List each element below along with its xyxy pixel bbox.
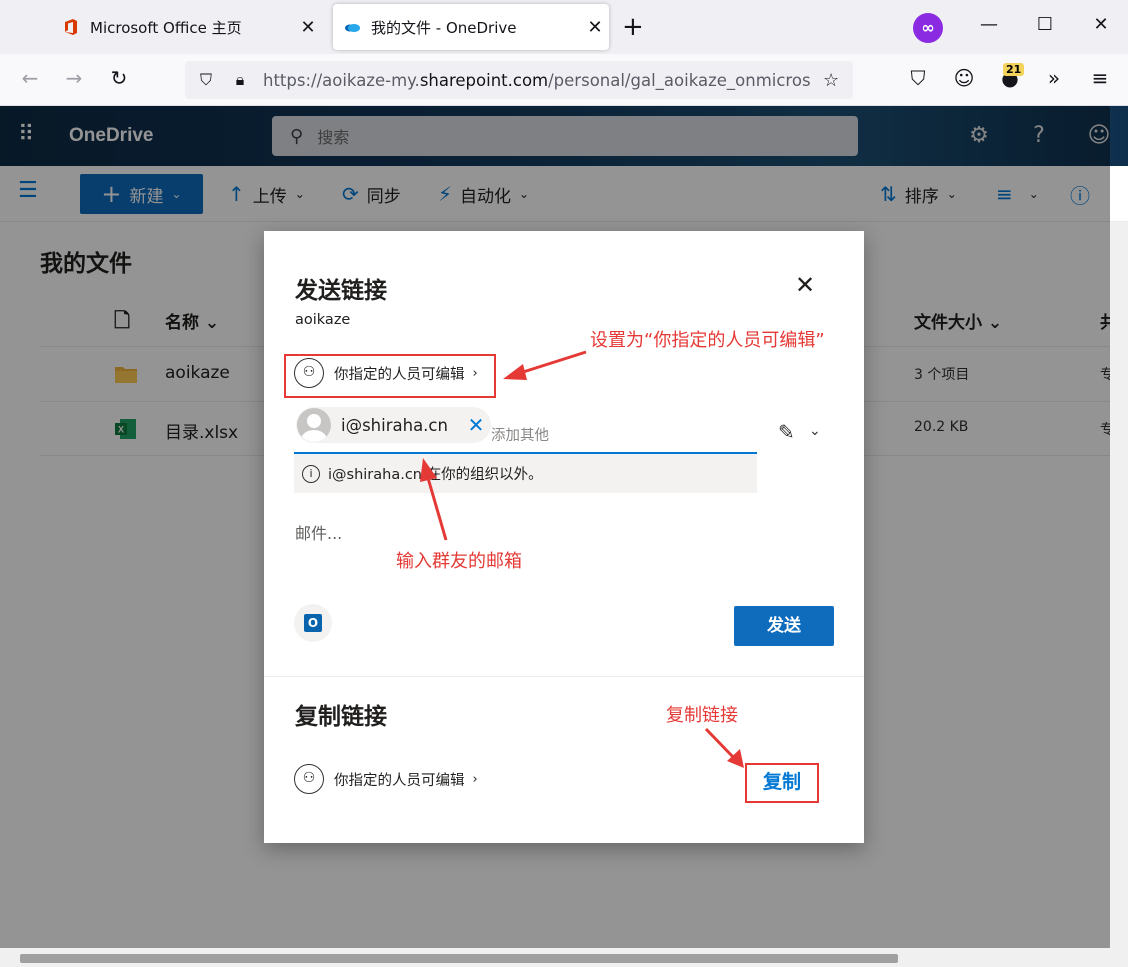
- minimize-window-icon[interactable]: —: [974, 14, 1004, 35]
- menu-icon[interactable]: ≡: [1086, 66, 1114, 90]
- close-window-icon[interactable]: ✕: [1086, 14, 1116, 35]
- people-icon: ⚇: [294, 764, 324, 794]
- tab-title: Microsoft Office 主页: [90, 18, 242, 37]
- browser-nav-bar: ← → ↻ ⛉ 🔒︎ https://aoikaze-my.sharepoint…: [0, 54, 1128, 106]
- forward-icon[interactable]: →: [60, 66, 88, 90]
- scrollbar-thumb[interactable]: [20, 954, 898, 963]
- remove-recipient-icon[interactable]: ✕: [461, 413, 491, 437]
- info-text: i@shiraha.cn 在你的组织以外。: [328, 467, 543, 483]
- close-tab-icon[interactable]: ✕: [581, 17, 609, 38]
- add-recipients-input[interactable]: 添加其他: [491, 424, 549, 445]
- back-icon[interactable]: ←: [16, 66, 44, 90]
- chevron-right-icon: ›: [472, 771, 478, 787]
- permission-chevron-down-icon[interactable]: ⌄: [809, 423, 821, 439]
- close-icon[interactable]: ✕: [792, 271, 818, 299]
- avatar: [297, 408, 331, 442]
- recipient-chip: i@shiraha.cn ✕: [296, 407, 491, 443]
- tab-onedrive[interactable]: 我的文件 - OneDrive ✕: [333, 4, 609, 50]
- bookmark-star-icon[interactable]: ☆: [823, 70, 853, 91]
- horizontal-scrollbar[interactable]: [0, 948, 1128, 967]
- annotation-enter-email: 输入群友的邮箱: [396, 551, 522, 572]
- copy-link-permission-selector[interactable]: ⚇ 你指定的人员可编辑 ›: [294, 760, 478, 798]
- shield-icon[interactable]: ⛉: [193, 70, 219, 90]
- recipient-email: i@shiraha.cn: [341, 415, 448, 435]
- share-dialog: 发送链接 ✕ aoikaze ⚇ 你指定的人员可编辑 › i@shiraha.c…: [264, 231, 864, 843]
- maximize-window-icon[interactable]: ☐: [1030, 14, 1060, 35]
- url-text[interactable]: https://aoikaze-my.sharepoint.com/person…: [263, 71, 823, 90]
- copy-link-title: 复制链接: [295, 704, 387, 730]
- message-input[interactable]: 邮件...: [295, 520, 342, 544]
- annotation-copy-link: 复制链接: [666, 705, 738, 726]
- outlook-share-button[interactable]: O: [294, 604, 332, 642]
- private-browsing-icon[interactable]: ∞: [913, 13, 943, 43]
- vertical-scrollbar[interactable]: [1110, 222, 1128, 948]
- lock-icon[interactable]: 🔒︎: [227, 70, 253, 90]
- edit-pencil-icon[interactable]: ✎: [778, 420, 795, 444]
- extension-badge: 21: [1003, 63, 1025, 76]
- outlook-icon: O: [304, 614, 322, 632]
- new-tab-icon[interactable]: +: [622, 12, 644, 42]
- external-user-info-bar: i i@shiraha.cn 在你的组织以外。: [294, 454, 757, 493]
- pocket-icon[interactable]: ⛉: [904, 66, 932, 90]
- close-tab-icon[interactable]: ✕: [294, 17, 322, 38]
- tab-office-home[interactable]: Microsoft Office 主页 ✕: [52, 4, 322, 50]
- annotation-set-permission: 设置为“你指定的人员可编辑”: [590, 330, 825, 351]
- dialog-title: 发送链接: [295, 278, 387, 304]
- permission-highlight-box: [284, 354, 496, 398]
- info-icon: i: [302, 464, 320, 483]
- browser-tab-bar: Microsoft Office 主页 ✕ 我的文件 - OneDrive ✕ …: [0, 0, 1128, 54]
- reload-icon[interactable]: ↻: [105, 66, 133, 90]
- address-bar[interactable]: ⛉ 🔒︎ https://aoikaze-my.sharepoint.com/p…: [185, 61, 853, 99]
- overflow-chevron-icon[interactable]: »: [1040, 66, 1068, 90]
- shared-file-name: aoikaze: [295, 312, 351, 328]
- permission-label: 你指定的人员可编辑: [334, 772, 465, 789]
- dialog-divider: [264, 676, 864, 677]
- extension-avatar-icon[interactable]: ☺: [950, 66, 978, 90]
- send-button[interactable]: 发送: [734, 606, 834, 646]
- onedrive-cloud-icon: [345, 24, 360, 32]
- copy-button[interactable]: 复制: [745, 763, 819, 803]
- office-logo-icon: [65, 19, 77, 35]
- tab-title: 我的文件 - OneDrive: [371, 18, 517, 37]
